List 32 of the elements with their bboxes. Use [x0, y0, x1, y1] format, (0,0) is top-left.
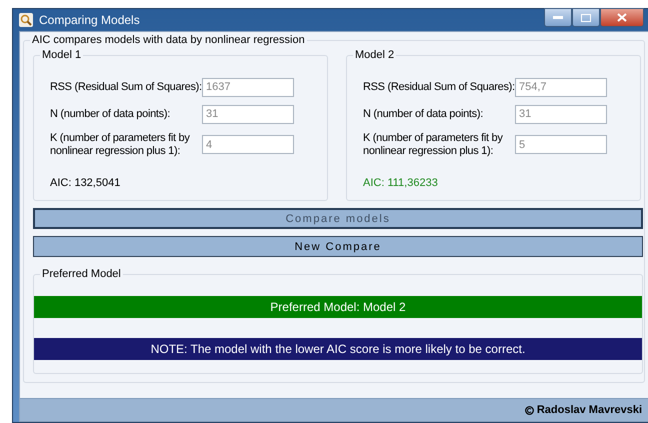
- aic-score: AIC: 111,36233: [363, 177, 439, 189]
- field-label: RSS (Residual Sum of Squares):: [50, 80, 202, 94]
- action-button[interactable]: Compare models: [33, 208, 643, 229]
- close-button[interactable]: [600, 8, 644, 27]
- field-label: K (number of parameters fit by nonlinear regression plus 1):: [363, 132, 504, 158]
- input-field[interactable]: 5: [515, 135, 607, 154]
- group-title: Preferred Model: [40, 268, 123, 280]
- field-label: RSS (Residual Sum of Squares):: [363, 80, 515, 94]
- action-button[interactable]: New Compare: [33, 236, 643, 257]
- maximize-icon: [581, 14, 591, 22]
- magnifier-icon: [19, 13, 33, 27]
- minimize-icon: [553, 16, 563, 20]
- window-title: Comparing Models: [39, 13, 140, 27]
- aic-score: AIC: 132,5041: [50, 177, 122, 189]
- field-label: K (number of parameters fit by nonlinear regression plus 1):: [50, 132, 191, 158]
- close-icon: [617, 13, 627, 22]
- result-banner: Preferred Model: Model 2: [34, 296, 642, 318]
- maximize-button[interactable]: [572, 8, 600, 27]
- copyright-icon: [524, 406, 534, 414]
- group-title: Model 1: [40, 49, 84, 61]
- input-field[interactable]: 31: [515, 104, 607, 124]
- input-field[interactable]: 754,7: [515, 78, 607, 96]
- input-field[interactable]: 4: [202, 135, 294, 154]
- author-name: Radoslav Mavrevski: [536, 404, 642, 416]
- group-title: AIC compares models with data by nonlinear regression: [30, 34, 307, 46]
- input-field[interactable]: 1637: [202, 78, 294, 96]
- input-field[interactable]: 31: [202, 104, 294, 124]
- minimize-button[interactable]: [544, 8, 572, 27]
- field-label: N (number of data points):: [363, 108, 484, 120]
- note-banner: NOTE: The model with the lower AIC score is more likely to be correct.: [34, 338, 642, 360]
- field-label: N (number of data points):: [50, 108, 171, 120]
- group-title: Model 2: [353, 49, 396, 61]
